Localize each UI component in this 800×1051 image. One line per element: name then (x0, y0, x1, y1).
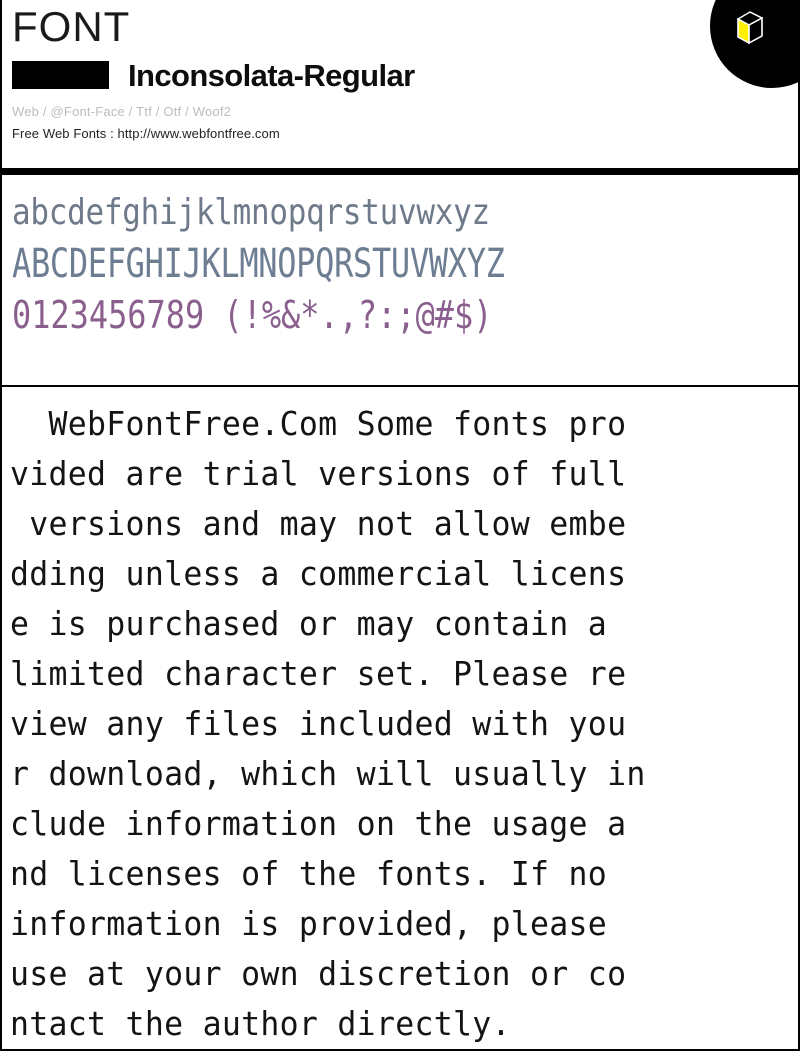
sample-text-line: use at your own discretion or co (10, 954, 627, 993)
glyph-preview-section: abcdefghijklmnopqrstuvwxyz ABCDEFGHIJKLM… (2, 175, 798, 385)
font-name-row: Inconsolata-Regular (12, 59, 798, 91)
sample-paragraph-section: WebFontFree.Com Some fonts pro vided are … (2, 387, 798, 1049)
sample-text-line: e is purchased or may contain a (10, 604, 608, 643)
digits-symbols-sample: 0123456789 (!%&*.,?:;@#$) (12, 293, 493, 337)
sample-text-line: clude information on the usage a (10, 804, 627, 843)
black-bar-decoration (12, 61, 109, 89)
sample-text-line: dding unless a commercial licens (10, 554, 627, 593)
sample-text-line: r download, which will usually in (10, 754, 646, 793)
sample-text-line: nd licenses of the fonts. If no (10, 854, 608, 893)
format-list[interactable]: Web / @Font-Face / Ttf / Otf / Woof2 (12, 104, 798, 119)
sample-text-line: limited character set. Please re (10, 654, 627, 693)
page-title: FONT (12, 3, 131, 50)
cube-logo-icon (736, 11, 764, 44)
sample-text-line: vided are trial versions of full (10, 454, 627, 493)
lowercase-sample: abcdefghijklmnopqrstuvwxyz (12, 192, 490, 233)
font-specimen-page: FONT Inconsolata-Regular Web / @Font-Fac… (0, 0, 800, 1051)
font-name: Inconsolata-Regular (128, 57, 415, 93)
sample-text-line: information is provided, please (10, 904, 608, 943)
header-divider (2, 168, 798, 175)
sample-text-line: WebFontFree.Com Some fonts pro (10, 404, 627, 443)
uppercase-sample: ABCDEFGHIJKLMNOPQRSTUVWXYZ (12, 241, 505, 287)
sample-text-line: ntact the author directly. (10, 1004, 511, 1043)
sample-text-line: versions and may not allow embe (10, 504, 627, 543)
header: FONT Inconsolata-Regular Web / @Font-Fac… (2, 0, 798, 168)
site-url-line[interactable]: Free Web Fonts : http://www.webfontfree.… (12, 126, 798, 141)
sample-text-line: view any files included with you (10, 704, 627, 743)
